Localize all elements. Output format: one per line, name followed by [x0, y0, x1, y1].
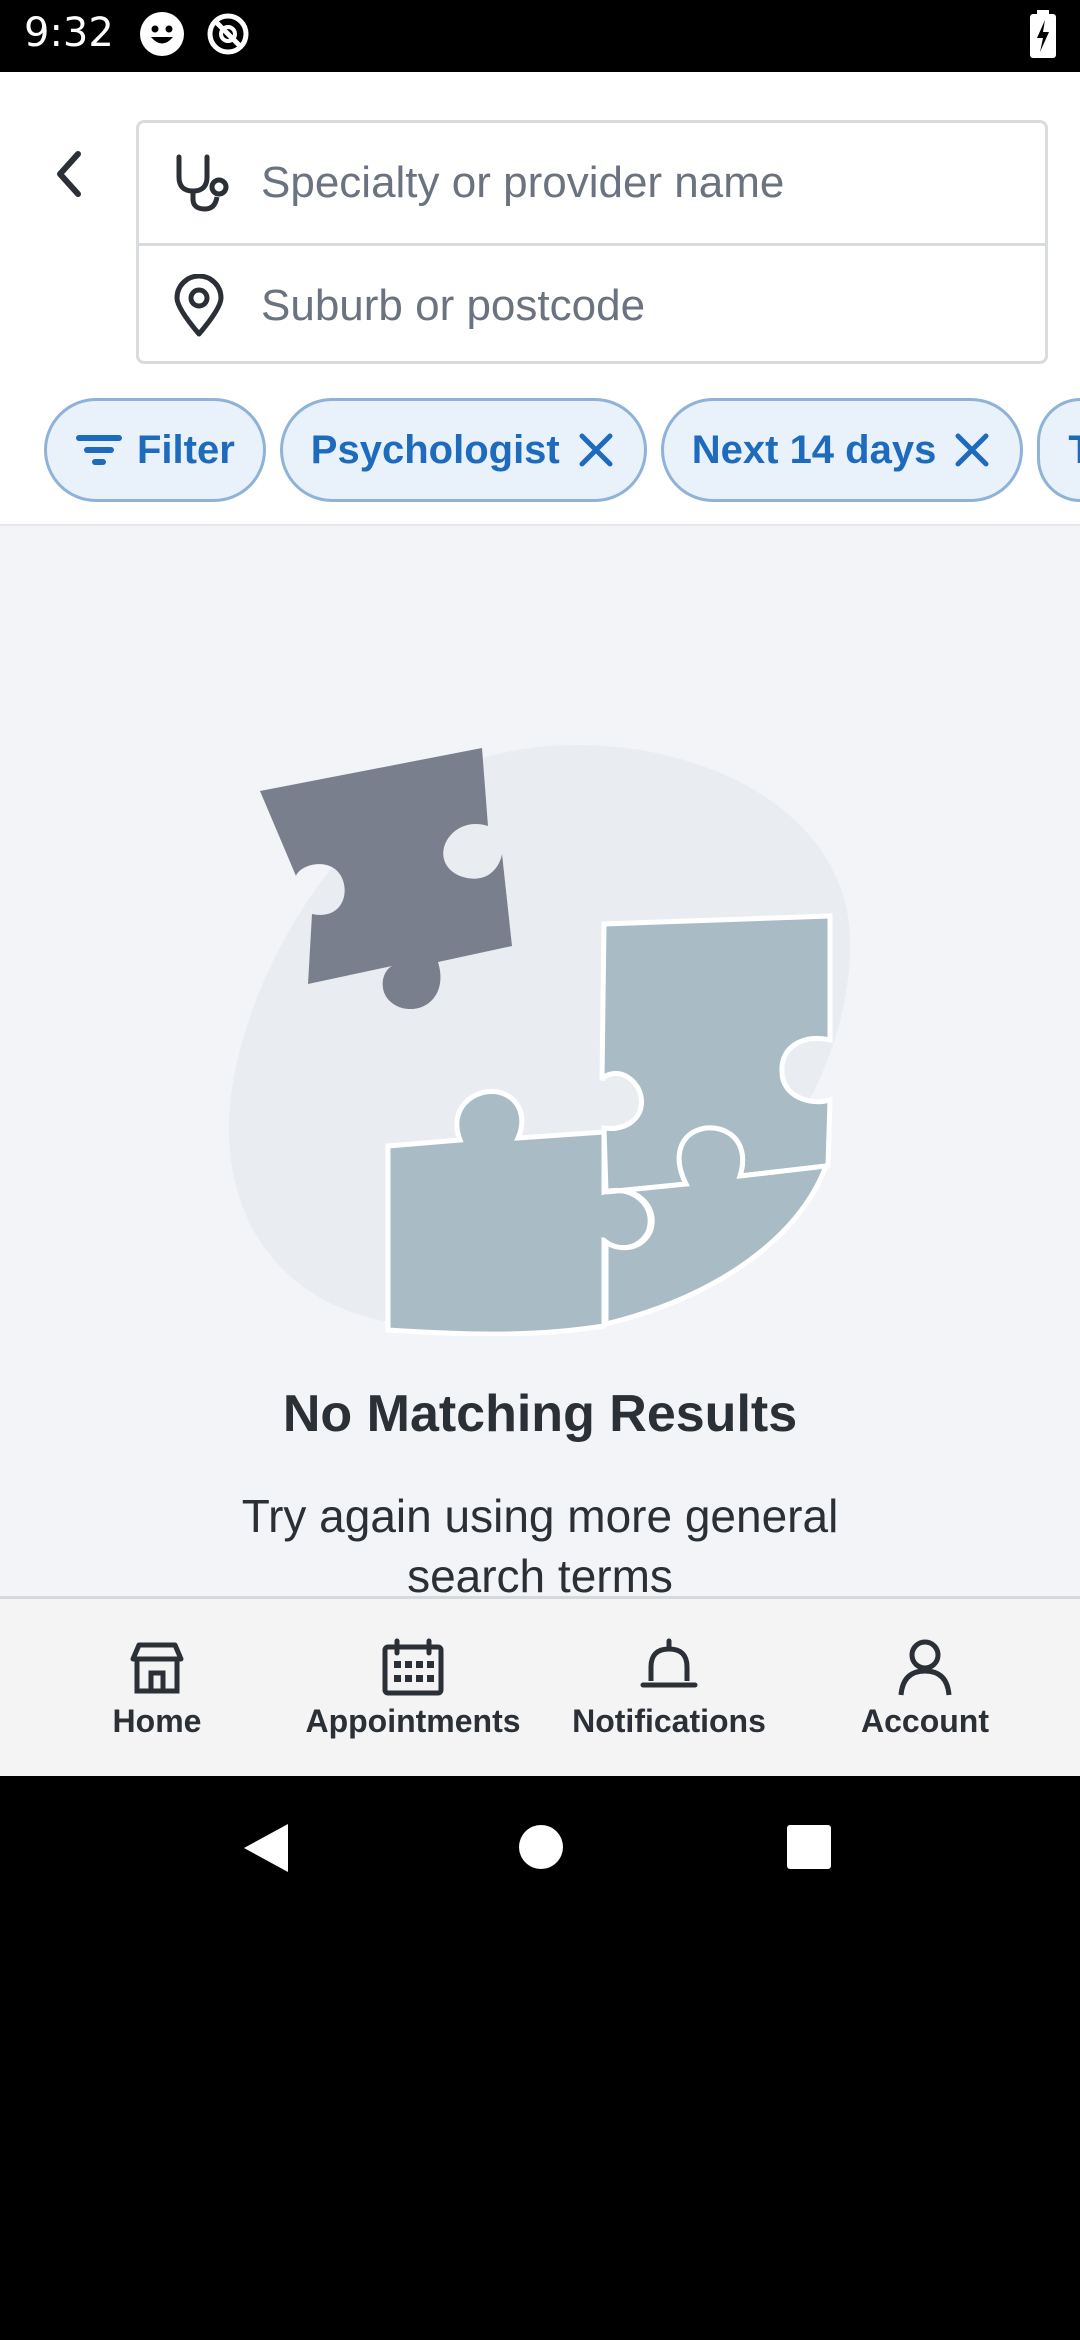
location-pin-icon: [139, 274, 259, 338]
specialty-row: [139, 123, 1045, 243]
puzzle-pieces-illustration: [228, 745, 851, 1336]
empty-state-subtitle: Try again using more general search term…: [241, 1490, 839, 1602]
status-time: 9:32: [24, 10, 114, 56]
nav-appointments[interactable]: Appointments: [285, 1599, 541, 1779]
chip-label: T: [1068, 428, 1080, 473]
app-screen: Filter Psychologist Next 14 days T: [0, 72, 1080, 1779]
stethoscope-icon: [139, 151, 259, 215]
chip-partial[interactable]: T: [1037, 398, 1080, 502]
system-home-icon[interactable]: [518, 1824, 564, 1870]
close-icon[interactable]: [952, 430, 992, 470]
bottom-nav: Home Appointments Notifications Account: [0, 1596, 1080, 1779]
nav-account[interactable]: Account: [797, 1599, 1053, 1779]
battery-charging-icon: [1030, 10, 1056, 63]
person-icon: [898, 1639, 952, 1696]
chip-label: Psychologist: [310, 427, 560, 472]
search-header: Filter Psychologist Next 14 days T: [0, 72, 1080, 526]
nav-home[interactable]: Home: [29, 1599, 285, 1779]
filter-chip-label: Filter: [137, 427, 235, 472]
system-back-icon[interactable]: [240, 1820, 292, 1876]
chevron-left-icon: [57, 151, 81, 197]
chip-label: Next 14 days: [691, 427, 937, 472]
location-row: [139, 243, 1045, 366]
back-button[interactable]: [36, 142, 100, 206]
empty-state-title: No Matching Results: [282, 1385, 798, 1443]
location-search-input[interactable]: [259, 280, 1003, 332]
chip-next-14-days[interactable]: Next 14 days: [660, 398, 1024, 502]
filter-chip[interactable]: Filter: [44, 398, 266, 502]
nav-notifications-label: Notifications: [572, 1703, 766, 1739]
calendar-icon: [382, 1638, 444, 1696]
filter-icon: [75, 432, 123, 468]
data-saver-icon: [204, 10, 252, 63]
chip-psychologist[interactable]: Psychologist: [279, 398, 647, 502]
search-box: [136, 120, 1048, 364]
empty-state: No Matching Results Try again using more…: [0, 526, 1080, 1668]
nav-account-label: Account: [861, 1703, 989, 1739]
system-recents-icon[interactable]: [786, 1824, 832, 1870]
nav-notifications[interactable]: Notifications: [541, 1599, 797, 1779]
filter-chips: Filter Psychologist Next 14 days T: [44, 398, 1080, 508]
status-bar: 9:32: [0, 0, 1080, 72]
specialty-search-input[interactable]: [259, 157, 1003, 209]
home-icon: [130, 1642, 184, 1694]
close-icon[interactable]: [576, 430, 616, 470]
system-navigation-bar: [0, 1776, 1080, 1920]
bell-icon: [640, 1638, 698, 1688]
nav-home-label: Home: [112, 1703, 202, 1739]
nav-appointments-label: Appointments: [305, 1703, 521, 1739]
face-icon: [138, 10, 186, 63]
